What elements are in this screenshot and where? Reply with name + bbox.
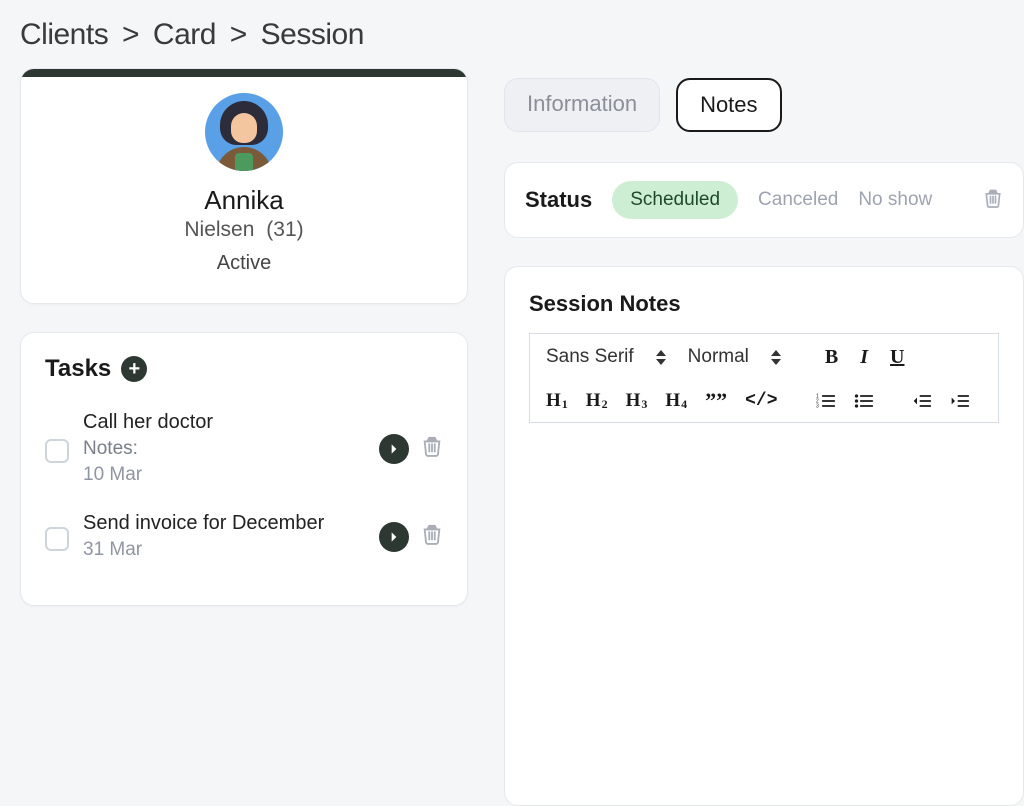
client-age: (31) [266, 218, 303, 241]
client-first-name: Annika [41, 185, 447, 216]
underline-button[interactable]: U [882, 344, 912, 371]
delete-session-button[interactable] [983, 187, 1003, 214]
indent-button[interactable] [944, 390, 976, 412]
task-item-date: 31 Mar [83, 539, 365, 561]
font-size-label: Normal [688, 346, 749, 368]
ordered-list-button[interactable]: 123 [810, 390, 842, 412]
avatar [205, 93, 283, 171]
status-scheduled[interactable]: Scheduled [612, 181, 738, 219]
task-row: Send invoice for December 31 Mar [45, 502, 443, 577]
tabs: Information Notes [504, 60, 1024, 136]
indent-icon [950, 392, 970, 410]
open-task-button[interactable] [379, 434, 409, 464]
sort-icon [771, 350, 781, 365]
task-item-title: Send invoice for December [83, 512, 365, 535]
task-item-date: 10 Mar [83, 464, 365, 486]
list-bullet-icon [854, 392, 874, 410]
status-canceled[interactable]: Canceled [758, 189, 838, 211]
h3-button[interactable]: H3 [620, 388, 654, 414]
outdent-button[interactable] [906, 390, 938, 412]
font-family-select[interactable]: Sans Serif [540, 342, 676, 372]
task-checkbox[interactable] [45, 527, 69, 551]
client-card: Annika Nielsen (31) Active [20, 68, 468, 304]
font-size-select[interactable]: Normal [682, 342, 791, 372]
trash-icon [421, 522, 443, 546]
session-notes-card: Session Notes Sans Serif Normal B I U [504, 266, 1024, 806]
tasks-card: Tasks + Call her doctor Notes: 10 Mar [20, 332, 468, 606]
breadcrumb-clients[interactable]: Clients [20, 18, 108, 51]
chevron-right-icon [387, 442, 401, 456]
italic-button[interactable]: I [852, 344, 876, 371]
h4-button[interactable]: H4 [659, 388, 693, 414]
delete-task-button[interactable] [421, 522, 443, 551]
editor-toolbar: Sans Serif Normal B I U H1 H2 H3 [529, 333, 999, 423]
status-bar: Status Scheduled Canceled No show [504, 162, 1024, 238]
chevron-right-icon: > [122, 18, 139, 51]
open-task-button[interactable] [379, 522, 409, 552]
client-status: Active [41, 252, 447, 275]
breadcrumb: Clients > Card > Session [0, 0, 1024, 60]
svg-text:3: 3 [816, 404, 819, 410]
h2-button[interactable]: H2 [580, 388, 614, 414]
client-subline: Nielsen (31) [41, 218, 447, 242]
tasks-title: Tasks [45, 355, 111, 383]
breadcrumb-card[interactable]: Card [153, 18, 216, 51]
chevron-right-icon: > [230, 18, 247, 51]
sort-icon [656, 350, 666, 365]
task-row: Call her doctor Notes: 10 Mar [45, 401, 443, 502]
chevron-right-icon [387, 530, 401, 544]
breadcrumb-session[interactable]: Session [261, 18, 364, 51]
h1-button[interactable]: H1 [540, 388, 574, 414]
add-task-button[interactable]: + [121, 356, 147, 382]
status-label: Status [525, 187, 592, 213]
bold-button[interactable]: B [817, 344, 846, 371]
status-no-show[interactable]: No show [858, 189, 932, 211]
delete-task-button[interactable] [421, 434, 443, 463]
unordered-list-button[interactable] [848, 390, 880, 412]
tab-notes[interactable]: Notes [676, 78, 781, 132]
client-last-name: Nielsen [184, 218, 254, 241]
session-notes-title: Session Notes [529, 291, 999, 317]
tab-information[interactable]: Information [504, 78, 660, 132]
task-item-notes-label: Notes: [83, 438, 365, 460]
task-checkbox[interactable] [45, 439, 69, 463]
code-block-button[interactable]: </> [739, 391, 783, 411]
task-item-title: Call her doctor [83, 411, 365, 434]
font-family-label: Sans Serif [546, 346, 634, 368]
outdent-icon [912, 392, 932, 410]
trash-icon [983, 187, 1003, 209]
blockquote-button[interactable]: ”” [699, 388, 733, 414]
list-ordered-icon: 123 [816, 392, 836, 410]
trash-icon [421, 434, 443, 458]
